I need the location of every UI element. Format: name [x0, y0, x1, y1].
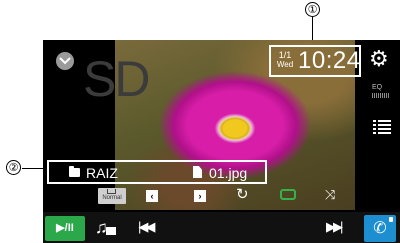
gear-icon: ⚙ — [369, 46, 389, 71]
play-pause-button[interactable]: ▶/II — [45, 216, 85, 241]
phone-button[interactable]: ✆ — [364, 215, 396, 242]
next-track-icon: ▶▶| — [326, 219, 343, 234]
eq-bars-icon — [372, 93, 390, 98]
shuffle-icon: ⤨ — [325, 187, 336, 202]
callout-2: ② — [6, 160, 21, 175]
shuffle-button[interactable]: ⤨ — [325, 186, 335, 204]
rotate-icon: ↻ — [236, 186, 249, 203]
clock-time: 10:24 — [298, 47, 361, 74]
prev-folder-button[interactable]: ‹ — [146, 190, 158, 202]
previous-track-icon: |◀◀ — [138, 219, 155, 234]
bottom-bar: ▶/II ♫ |◀◀ ▶▶| ✆ — [43, 212, 400, 243]
clock-display: 1/1 Wed 10:24 — [269, 45, 361, 77]
eq-button[interactable]: EQ — [372, 84, 390, 98]
media-button[interactable]: ♫ — [95, 218, 116, 238]
display-mode-label: Normal — [102, 195, 122, 201]
bluetooth-dot-icon — [389, 217, 393, 222]
frame-icon — [107, 189, 116, 194]
display-mode-button[interactable]: Normal — [98, 188, 126, 204]
clock-date-value: 1/1 — [278, 50, 292, 60]
next-button[interactable]: ▶▶| — [326, 219, 343, 235]
list-button[interactable] — [373, 120, 391, 139]
settings-button[interactable]: ⚙ — [369, 48, 389, 70]
playback-controls: Normal ‹ › ↻ ⤨ — [93, 185, 358, 207]
folder-icon — [69, 166, 80, 177]
phone-icon: ✆ — [373, 220, 387, 237]
rotate-button[interactable]: ↻ — [236, 186, 249, 204]
previous-button[interactable]: |◀◀ — [138, 219, 155, 235]
chevron-down-icon — [59, 57, 71, 65]
head-unit-screen: SD 1/1 Wed 10:24 ⚙ EQ RAIZ 01.jpg Normal… — [43, 40, 400, 243]
photo-sub-icon — [106, 227, 116, 235]
eq-label: EQ — [372, 84, 383, 91]
file-name: 01.jpg — [209, 165, 248, 181]
prev-folder-icon: ‹ — [150, 191, 154, 201]
file-icon — [193, 166, 202, 178]
file-info-box: RAIZ 01.jpg — [47, 160, 267, 184]
clock-weekday: Wed — [276, 60, 294, 69]
folder-name: RAIZ — [86, 165, 118, 181]
source-label: SD — [83, 51, 150, 107]
collapse-button[interactable] — [56, 52, 74, 70]
next-folder-icon: › — [198, 191, 202, 201]
right-menu: ⚙ EQ — [365, 40, 400, 210]
repeat-button[interactable] — [280, 189, 296, 200]
list-icon — [373, 120, 391, 134]
callout-1: ① — [305, 2, 320, 17]
next-folder-button[interactable]: › — [194, 190, 206, 202]
clock-date: 1/1 Wed — [275, 50, 295, 70]
